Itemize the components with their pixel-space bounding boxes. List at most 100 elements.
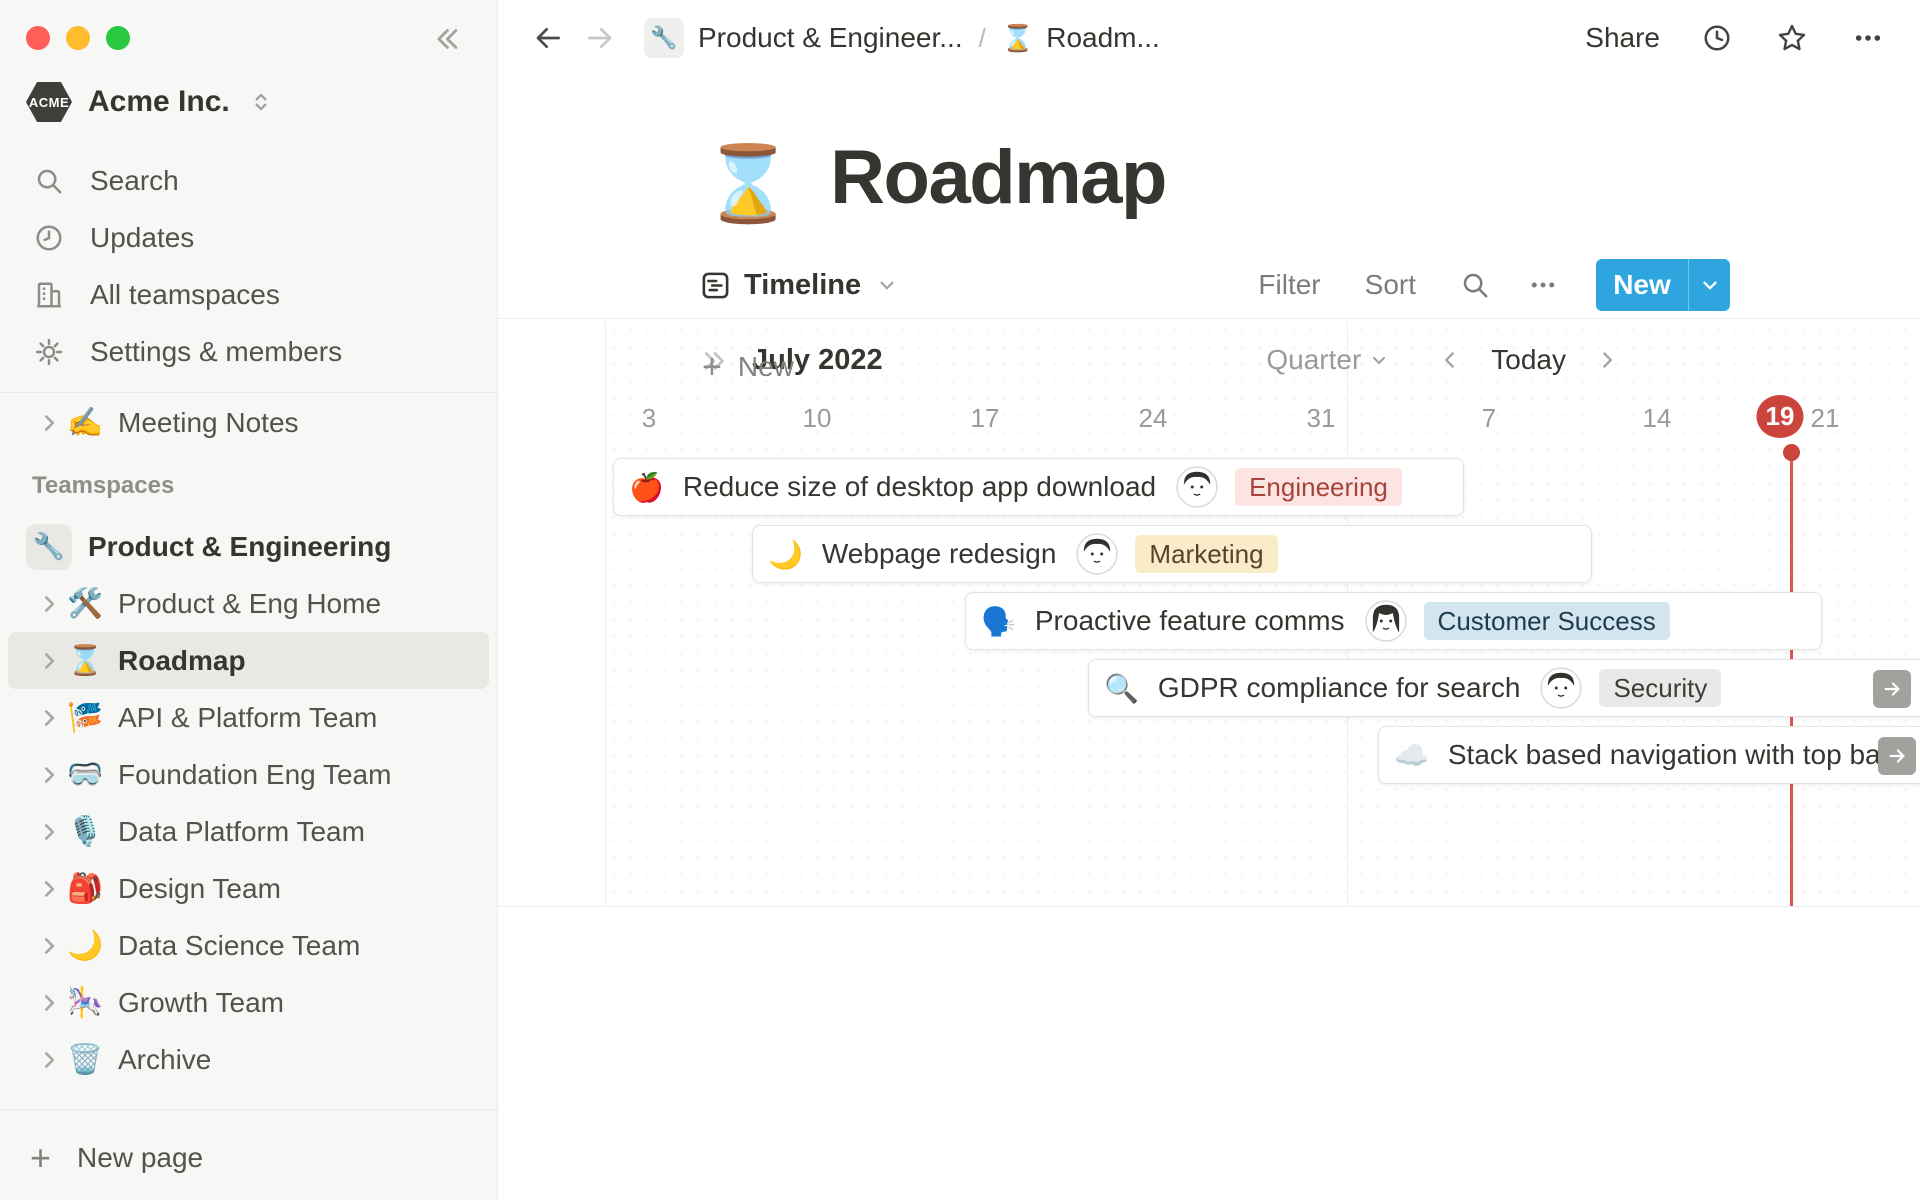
timeline-card[interactable]: 🔍 GDPR compliance for search Security — [1088, 659, 1920, 717]
sidebar-teamspace-item[interactable]: 🔧 🔧 Product & Engineering — [8, 518, 489, 575]
date-number: 10 — [802, 403, 832, 433]
card-title: Webpage redesign — [821, 538, 1057, 569]
teamspace-emoji: 🎠 — [66, 986, 104, 1019]
timeline-prev-icon[interactable] — [1431, 347, 1469, 373]
teamspace-emoji: 🥽 — [66, 758, 104, 791]
window-close-button[interactable] — [26, 26, 50, 50]
sidebar-teamspace-item[interactable]: 🎙️ 🎙️ Data Platform Team — [8, 803, 489, 860]
sidebar-teamspace-item[interactable]: 🎏 🎏 API & Platform Team — [8, 689, 489, 746]
workspace-name: Acme Inc. — [88, 85, 230, 118]
timeline-card[interactable]: 🌙 Webpage redesign Marketing — [752, 525, 1592, 583]
clock-icon — [32, 223, 66, 253]
chevron-right-icon[interactable] — [36, 591, 66, 617]
sidebar-item-search[interactable]: Search — [0, 152, 497, 209]
filter-button[interactable]: Filter — [1258, 269, 1320, 301]
date-number: 31 — [1306, 403, 1336, 433]
wrench-emoji: 🔧 — [650, 25, 678, 50]
timeline-date[interactable]: 10 — [803, 403, 832, 434]
chevron-right-icon[interactable] — [36, 933, 66, 959]
new-page-button[interactable]: + New page — [0, 1128, 497, 1188]
forward-arrow-button[interactable] — [584, 22, 616, 54]
sidebar-teamspace-item[interactable]: ⌛ ⌛ Roadmap — [8, 632, 489, 689]
timeline-today-button[interactable]: Today — [1491, 344, 1566, 376]
date-number: 14 — [1642, 403, 1672, 433]
timeline-next-icon[interactable] — [1588, 347, 1626, 373]
teamspace-label: Data Platform Team — [118, 815, 365, 847]
page-icon-hourglass[interactable]: ⌛ — [702, 147, 794, 221]
chevron-right-icon[interactable] — [36, 1047, 66, 1073]
window-minimize-button[interactable] — [66, 26, 90, 50]
teamspace-emoji: 🛠️ — [66, 587, 104, 620]
building-icon — [32, 280, 66, 310]
timeline-date[interactable]: 24 — [1139, 403, 1168, 434]
sidebar-item-meeting-notes[interactable]: ✍️ Meeting Notes — [8, 394, 489, 451]
timeline-date[interactable]: 21 — [1811, 403, 1840, 434]
sidebar-item-label: Meeting Notes — [118, 406, 299, 438]
teamspace-label: Roadmap — [118, 644, 246, 676]
sidebar-collapse-icon[interactable] — [429, 22, 463, 56]
topbar: 🔧 Product & Engineer... / ⌛ Roadm... Sha… — [498, 0, 1920, 76]
sort-button[interactable]: Sort — [1365, 269, 1416, 301]
open-card-arrow-button[interactable] — [1878, 737, 1916, 775]
share-button[interactable]: Share — [1585, 22, 1660, 54]
search-icon[interactable] — [1460, 270, 1490, 300]
timeline-date[interactable]: 7 — [1482, 403, 1496, 434]
date-number: 17 — [970, 403, 1000, 433]
sidebar-teamspace-item[interactable]: 🛠️ 🛠️ Product & Eng Home — [8, 575, 489, 632]
timeline-card[interactable]: ☁️ Stack based navigation with top bar — [1378, 726, 1920, 784]
teamspace-label: Design Team — [118, 872, 281, 904]
page-title[interactable]: Roadmap — [830, 134, 1167, 221]
sidebar-teamspace-item[interactable]: 🎒 🎒 Design Team — [8, 860, 489, 917]
timeline-date[interactable]: 14 — [1643, 403, 1672, 434]
chevron-right-icon[interactable] — [36, 762, 66, 788]
sidebar-item-updates[interactable]: Updates — [0, 209, 497, 266]
timeline-card[interactable]: 🗣️ Proactive feature comms Customer Succ… — [965, 592, 1822, 650]
teamspaces-section-label: Teamspaces — [32, 472, 175, 499]
chevron-right-icon[interactable] — [36, 705, 66, 731]
chevron-right-icon[interactable] — [36, 648, 66, 674]
timeline-date[interactable]: 19 — [1756, 395, 1804, 438]
more-options-icon[interactable] — [1528, 270, 1558, 300]
teamspace-label: Data Science Team — [118, 929, 361, 961]
more-options-icon[interactable] — [1852, 22, 1884, 54]
teamspace-emoji: 🎙️ — [66, 815, 104, 848]
window-zoom-button[interactable] — [106, 26, 130, 50]
timeline-zoom-select[interactable]: Quarter — [1266, 344, 1389, 376]
tab-timeline-view[interactable]: Timeline — [700, 269, 898, 302]
chevron-right-icon[interactable] — [36, 876, 66, 902]
chevron-right-icon[interactable] — [36, 410, 66, 436]
timeline-date[interactable]: 31 — [1307, 403, 1336, 434]
sidebar-teamspace-item[interactable]: 🌙 🌙 Data Science Team — [8, 917, 489, 974]
teamspace-emoji: 🌙 — [66, 929, 104, 962]
assignee-avatar — [1364, 600, 1407, 642]
sidebar-teamspace-item[interactable]: 🥽 🥽 Foundation Eng Team — [8, 746, 489, 803]
timeline-nav: Quarter Today — [1266, 344, 1626, 376]
view-toolbar: Timeline Filter Sort New — [700, 258, 1730, 312]
sidebar-item-all-teamspaces[interactable]: All teamspaces — [0, 266, 497, 323]
back-arrow-button[interactable] — [532, 22, 564, 54]
sidebar-nav: Search Updates All teamspaces Settings &… — [0, 152, 497, 380]
chevron-right-icon[interactable] — [36, 819, 66, 845]
sidebar-teamspace-item[interactable]: 🗑️ 🗑️ Archive — [8, 1031, 489, 1088]
new-button-label[interactable]: New — [1596, 259, 1688, 311]
timeline-date[interactable]: 3 — [642, 403, 656, 434]
new-button-dropdown[interactable] — [1688, 259, 1730, 311]
sidebar-item-settings[interactable]: Settings & members — [0, 323, 497, 380]
favorite-star-icon[interactable] — [1776, 22, 1808, 54]
workspace-switcher[interactable]: ACME Acme Inc. — [26, 82, 274, 122]
timeline-new-row-button[interactable]: + New — [702, 350, 794, 384]
chevron-right-icon[interactable] — [36, 990, 66, 1016]
sidebar-teamspace-item[interactable]: 🎠 🎠 Growth Team — [8, 974, 489, 1031]
open-card-arrow-button[interactable] — [1873, 670, 1911, 708]
timeline-card[interactable]: 🍎 Reduce size of desktop app download En… — [613, 458, 1464, 516]
teamspace-label: API & Platform Team — [118, 701, 378, 733]
breadcrumb-page[interactable]: Roadm... — [1046, 22, 1160, 54]
assignee-avatar — [1540, 667, 1583, 709]
teamspace-emoji: 🗑️ — [66, 1043, 104, 1076]
card-emoji-icon: 🗣️ — [981, 605, 1016, 637]
timeline-date[interactable]: 17 — [971, 403, 1000, 434]
breadcrumb-parent[interactable]: Product & Engineer... — [698, 22, 963, 54]
timeline-zoom-label: Quarter — [1266, 344, 1362, 375]
history-clock-icon[interactable] — [1702, 23, 1732, 53]
new-button[interactable]: New — [1596, 259, 1730, 311]
